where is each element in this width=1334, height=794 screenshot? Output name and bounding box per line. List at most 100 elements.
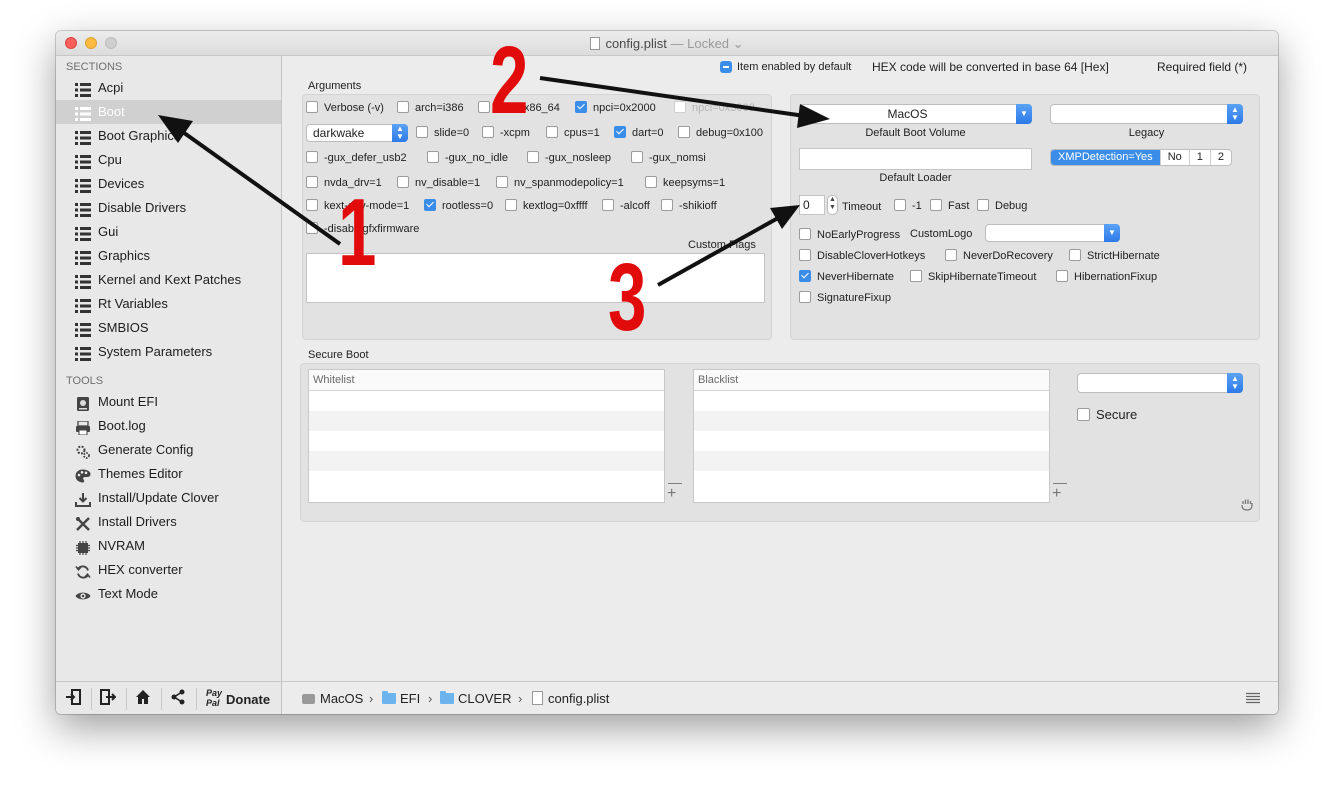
checkbox[interactable] — [505, 199, 517, 211]
flag-disable-clover-hotkeys[interactable]: DisableCloverHotkeys — [799, 249, 925, 263]
sidebar-item-kernel-kext-patches[interactable]: Kernel and Kext Patches — [56, 268, 281, 292]
home-button[interactable] — [132, 689, 154, 709]
checkbox[interactable] — [930, 199, 942, 211]
timeout-stepper[interactable]: ▲ ▼ — [827, 195, 838, 215]
checkbox[interactable] — [496, 176, 508, 188]
checkbox[interactable] — [894, 199, 906, 211]
no-early-progress[interactable]: NoEarlyProgress — [799, 228, 900, 242]
share-button[interactable] — [167, 689, 189, 709]
checkbox[interactable] — [527, 151, 539, 163]
arg-keepsyms[interactable]: keepsyms=1 — [645, 176, 725, 190]
arg-dart[interactable]: dart=0 — [614, 126, 664, 140]
checkbox[interactable] — [977, 199, 989, 211]
timeout-debug[interactable]: Debug — [977, 199, 1027, 213]
checkbox[interactable] — [397, 101, 409, 113]
sidebar-item-disable-drivers[interactable]: Disable Drivers — [56, 196, 281, 220]
flag-signature-fixup[interactable]: SignatureFixup — [799, 291, 891, 305]
sidebar-item-gui[interactable]: Gui — [56, 220, 281, 244]
checkbox[interactable] — [799, 249, 811, 261]
checkbox[interactable] — [910, 270, 922, 282]
sidebar-item-acpi[interactable]: Acpi — [56, 76, 281, 100]
checkbox[interactable] — [799, 228, 811, 240]
flag-hibernation-fixup[interactable]: HibernationFixup — [1056, 270, 1157, 284]
checkbox[interactable] — [306, 101, 318, 113]
path-item-clover[interactable]: CLOVER — [440, 691, 511, 706]
sidebar-item-install-drivers[interactable]: Install Drivers — [56, 510, 281, 534]
import-button[interactable] — [62, 689, 84, 709]
sidebar-item-system-parameters[interactable]: System Parameters — [56, 340, 281, 364]
checkbox[interactable] — [306, 199, 318, 211]
checkbox[interactable] — [602, 199, 614, 211]
sidebar-item-cpu[interactable]: Cpu — [56, 148, 281, 172]
whitelist-add-button[interactable]: + — [667, 486, 676, 502]
arg-nv-disable[interactable]: nv_disable=1 — [397, 176, 480, 190]
donate-button[interactable]: Pay Pal Donate — [204, 688, 279, 710]
arg-gux-no-idle[interactable]: -gux_no_idle — [427, 151, 508, 165]
sidebar-item-graphics[interactable]: Graphics — [56, 244, 281, 268]
xmp-detection-segmented[interactable]: XMPDetection=Yes No 1 2 — [1050, 149, 1232, 166]
sidebar-item-boot[interactable]: Boot — [56, 100, 281, 124]
arg-gux-nomsi[interactable]: -gux_nomsi — [631, 151, 706, 165]
checkbox[interactable] — [306, 176, 318, 188]
custom-logo-select[interactable]: ▼ — [985, 224, 1120, 242]
arg-gux-defer-usb2[interactable]: -gux_defer_usb2 — [306, 151, 407, 165]
sidebar-item-generate-config[interactable]: Generate Config — [56, 438, 281, 462]
checkbox[interactable] — [478, 101, 490, 113]
xmp-option-no[interactable]: No — [1159, 150, 1189, 165]
whitelist-table[interactable]: Whitelist — [308, 369, 665, 503]
checkbox[interactable] — [397, 176, 409, 188]
checkbox[interactable] — [427, 151, 439, 163]
sidebar-item-devices[interactable]: Devices — [56, 172, 281, 196]
sidebar-item-install-update-clover[interactable]: Install/Update Clover — [56, 486, 281, 510]
checkbox[interactable] — [799, 291, 811, 303]
checkbox[interactable] — [631, 151, 643, 163]
arg-nv-spanmodepolicy[interactable]: nv_spanmodepolicy=1 — [496, 176, 624, 190]
sidebar-item-themes-editor[interactable]: Themes Editor — [56, 462, 281, 486]
path-item-macos[interactable]: MacOS — [302, 691, 363, 706]
checkbox[interactable] — [678, 126, 690, 138]
darkwake-select[interactable]: darkwake ▲ ▼ — [306, 124, 408, 142]
checkbox[interactable] — [661, 199, 673, 211]
arg-arch-i386[interactable]: arch=i386 — [397, 101, 464, 115]
sidebar-item-smbios[interactable]: SMBIOS — [56, 316, 281, 340]
export-button[interactable] — [97, 689, 119, 709]
flag-strict-hibernate[interactable]: StrictHibernate — [1069, 249, 1160, 263]
sidebar-item-mount-efi[interactable]: Mount EFI — [56, 390, 281, 414]
arg-rootless[interactable]: rootless=0 — [424, 199, 493, 213]
checkbox[interactable] — [416, 126, 428, 138]
path-item-config-plist[interactable]: config.plist — [532, 691, 609, 706]
flag-skip-hibernate-timeout[interactable]: SkipHibernateTimeout — [910, 270, 1036, 284]
blacklist-table[interactable]: Blacklist — [693, 369, 1050, 503]
sidebar-item-boot-graphics[interactable]: Boot Graphics — [56, 124, 281, 148]
checkbox[interactable] — [645, 176, 657, 188]
arg-gux-nosleep[interactable]: -gux_nosleep — [527, 151, 611, 165]
xmp-option-2[interactable]: 2 — [1209, 150, 1231, 165]
arg-npci-2000[interactable]: npci=0x2000 — [575, 101, 656, 115]
locked-status[interactable]: — Locked ⌄ — [671, 36, 744, 51]
path-item-efi[interactable]: EFI — [382, 691, 420, 706]
checkbox-checked[interactable] — [614, 126, 626, 138]
sidebar-item-boot-log[interactable]: Boot.log — [56, 414, 281, 438]
timeout-minus-one[interactable]: -1 — [894, 199, 922, 213]
legacy-select[interactable]: ▲ ▼ — [1050, 104, 1243, 124]
secure-checkbox[interactable]: Secure — [1077, 407, 1137, 423]
checkbox[interactable] — [1056, 270, 1068, 282]
secure-boot-policy-select[interactable]: ▲ ▼ — [1077, 373, 1243, 393]
xmp-option-1[interactable]: 1 — [1188, 150, 1210, 165]
checkbox[interactable] — [306, 222, 318, 234]
sidebar-item-hex-converter[interactable]: HEX converter — [56, 558, 281, 582]
flag-never-hibernate[interactable]: NeverHibernate — [799, 270, 894, 284]
arg-verbose[interactable]: Verbose (-v) — [306, 101, 384, 115]
checkbox[interactable] — [546, 126, 558, 138]
menu-lines-icon[interactable] — [1246, 692, 1260, 707]
arg-cpus[interactable]: cpus=1 — [546, 126, 600, 140]
checkbox[interactable] — [1077, 408, 1090, 421]
checkbox-checked[interactable] — [575, 101, 587, 113]
arg-shikioff[interactable]: -shikioff — [661, 199, 717, 213]
arg-kextlog[interactable]: kextlog=0xffff — [505, 199, 588, 213]
arg-debug[interactable]: debug=0x100 — [678, 126, 763, 140]
xmp-option-yes[interactable]: XMPDetection=Yes — [1051, 150, 1160, 165]
default-boot-volume-select[interactable]: MacOS ▼ — [799, 104, 1032, 124]
blacklist-add-button[interactable]: + — [1052, 486, 1061, 502]
timeout-field[interactable]: 0 — [799, 195, 825, 215]
